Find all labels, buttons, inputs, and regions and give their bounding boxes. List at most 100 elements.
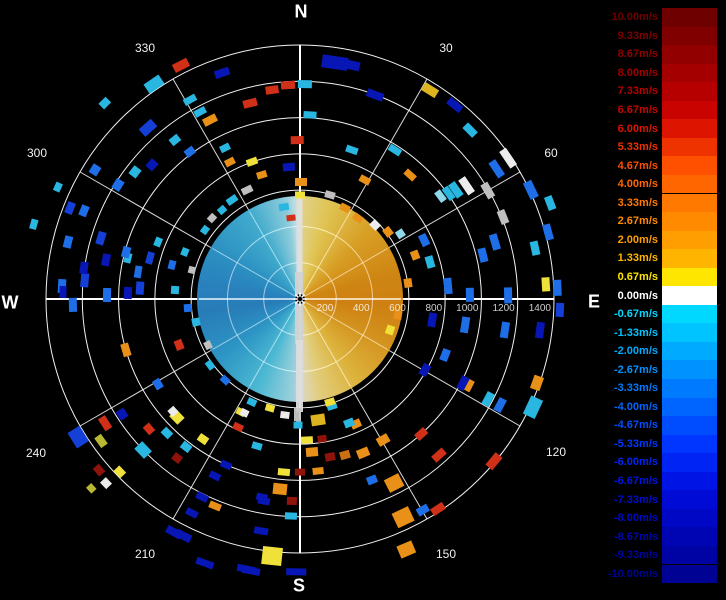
data-bar	[294, 177, 308, 187]
data-bar	[317, 434, 328, 443]
data-bar	[213, 66, 231, 80]
colorbar-segment	[662, 82, 717, 101]
colorbar-segment	[662, 397, 717, 417]
data-bar	[481, 390, 495, 408]
data-bar	[195, 556, 215, 570]
data-bar	[431, 447, 447, 463]
data-bar	[417, 232, 431, 248]
inner-spoke-line	[299, 209, 352, 300]
data-bar	[286, 568, 307, 576]
data-bar	[67, 425, 89, 449]
data-bar	[446, 96, 464, 114]
data-bar	[394, 228, 406, 240]
inner-spoke-line	[248, 209, 301, 300]
data-bar	[324, 452, 336, 462]
data-bar	[138, 118, 158, 137]
data-bar	[391, 506, 415, 529]
data-bar	[164, 524, 183, 540]
data-bar	[173, 338, 185, 351]
colorbar-label: -5.33m/s	[613, 437, 658, 450]
data-bar	[383, 473, 405, 493]
data-bar	[284, 512, 298, 520]
data-bar	[282, 162, 296, 172]
data-bar	[153, 236, 164, 248]
data-bar	[64, 200, 77, 216]
colorbar-label: 1.33m/s	[617, 252, 658, 265]
colorbar-label: -6.67m/s	[613, 475, 658, 488]
data-bar	[541, 277, 551, 292]
data-bar	[219, 374, 231, 386]
data-bar	[409, 249, 421, 261]
range-ring-label: 800	[425, 303, 442, 314]
data-bar	[100, 253, 112, 267]
data-bar	[382, 225, 394, 238]
data-bar	[290, 135, 304, 145]
data-bar	[241, 565, 261, 576]
data-bar	[324, 190, 336, 200]
degree-label-330: 330	[134, 41, 156, 55]
data-bar	[208, 470, 222, 482]
colorbar-label: -4.00m/s	[613, 400, 658, 413]
colorbar-label: 0.67m/s	[617, 270, 658, 283]
data-bar	[133, 265, 143, 279]
colorbar-segment	[662, 156, 717, 175]
data-bar	[278, 202, 290, 212]
data-bar	[187, 265, 197, 275]
colorbar-label: 0.00m/s	[617, 289, 658, 302]
range-ring-label: 400	[353, 303, 370, 314]
data-bar	[167, 259, 177, 271]
colorbar-label: 9.33m/s	[617, 29, 658, 42]
colorbar-segment	[662, 286, 717, 305]
data-bar	[204, 359, 216, 371]
range-ring-label: 200	[317, 303, 334, 314]
colorbar-label: -2.67m/s	[613, 363, 658, 376]
colorbar-segment	[662, 137, 717, 157]
colorbar-label: -0.67m/s	[613, 308, 658, 321]
data-bar	[196, 432, 210, 446]
data-bar	[529, 240, 541, 256]
colorbar-label: 2.67m/s	[617, 215, 658, 228]
colorbar-segment	[662, 119, 717, 138]
data-bar	[255, 492, 268, 502]
colorbar-segment	[662, 100, 717, 120]
data-bar	[403, 168, 417, 182]
colorbar-label: -10.00m/s	[607, 567, 658, 580]
colorbar-label: 4.67m/s	[617, 159, 658, 172]
colorbar-segment	[662, 193, 717, 213]
data-bar	[418, 362, 432, 378]
colorbar-label: -9.33m/s	[613, 549, 658, 562]
data-bar	[128, 165, 142, 179]
data-bar	[477, 247, 489, 263]
data-bar	[312, 466, 324, 476]
data-bar	[286, 496, 298, 506]
colorbar-label: 3.33m/s	[617, 196, 658, 209]
degree-label-300: 300	[26, 146, 48, 160]
data-bar	[338, 202, 352, 214]
colorbar-segment	[662, 230, 717, 250]
data-bar	[493, 396, 507, 414]
data-bar	[59, 285, 67, 299]
data-bar	[420, 82, 440, 99]
data-bar	[199, 224, 211, 236]
data-bar	[295, 191, 305, 199]
colorbar-label: -8.00m/s	[613, 512, 658, 525]
data-bar	[485, 452, 503, 471]
colorbar-segment	[662, 174, 717, 194]
data-bar	[543, 195, 557, 211]
data-bar	[480, 181, 496, 200]
data-bar	[79, 261, 89, 275]
data-bar	[355, 446, 371, 460]
inner-spoke-line	[210, 298, 301, 351]
data-bar	[182, 93, 198, 107]
data-bar	[280, 80, 296, 90]
data-bar	[279, 410, 290, 420]
data-bar	[251, 441, 263, 451]
data-bar	[193, 105, 208, 118]
colorbar-segment	[662, 527, 717, 546]
zero-velocity-stripe	[295, 272, 303, 344]
data-bar	[195, 491, 210, 503]
data-bar	[179, 440, 193, 454]
data-bar	[375, 433, 391, 447]
colorbar-segment	[662, 416, 717, 435]
data-bar	[264, 403, 276, 413]
